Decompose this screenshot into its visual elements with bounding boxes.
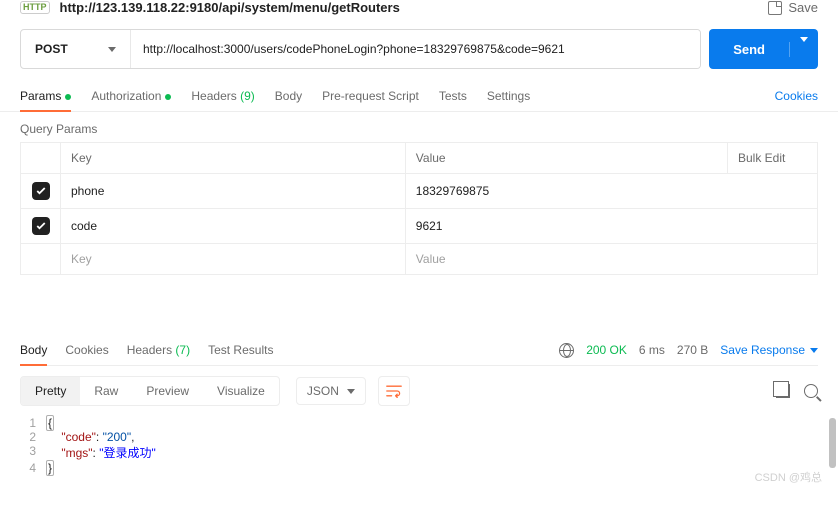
view-mode-group: Pretty Raw Preview Visualize [20,376,280,406]
json-key: "code" [61,430,96,444]
view-visualize[interactable]: Visualize [203,377,279,405]
col-value: Value [405,143,727,174]
scrollbar-thumb[interactable] [829,418,836,468]
checkbox[interactable] [32,217,50,235]
save-button[interactable]: Save [768,0,818,15]
param-value[interactable]: 9621 [405,209,817,244]
method-value: POST [35,42,68,56]
view-preview[interactable]: Preview [132,377,203,405]
checkbox[interactable] [32,182,50,200]
wrap-lines-button[interactable] [378,376,410,406]
query-params-table: Key Value Bulk Edit phone 18329769875 co… [20,142,818,275]
param-key[interactable]: code [61,209,406,244]
table-row[interactable]: code 9621 [21,209,818,244]
response-size: 270 B [677,343,708,357]
tab-headers[interactable]: Headers (9) [191,81,254,111]
tab-prerequest[interactable]: Pre-request Script [322,81,419,111]
query-params-title: Query Params [0,112,838,142]
tab-authorization[interactable]: Authorization [91,81,171,111]
chevron-down-icon [800,37,808,57]
tab-settings[interactable]: Settings [487,81,530,111]
globe-icon[interactable] [559,343,574,358]
format-value: JSON [307,384,339,398]
dot-indicator [165,94,171,100]
json-key: "mgs" [61,446,92,460]
chevron-down-icon [347,389,355,394]
json-value: "200" [103,430,132,444]
resp-tab-cookies[interactable]: Cookies [65,335,108,365]
status-code: 200 OK [586,343,627,357]
tab-body[interactable]: Body [275,81,302,111]
dot-indicator [65,94,71,100]
tab-label: Headers [127,343,172,357]
save-icon [768,1,782,15]
search-icon[interactable] [804,384,818,398]
count-badge: (7) [175,343,190,357]
json-value: "登录成功" [99,446,156,460]
param-key-placeholder[interactable]: Key [61,244,406,275]
response-body[interactable]: 1{ 2 "code": "200", 3 "mgs": "登录成功" 4} C… [0,416,838,485]
copy-icon[interactable] [776,384,790,398]
http-badge: HTTP [20,1,50,14]
view-pretty[interactable]: Pretty [21,377,80,405]
param-key[interactable]: phone [61,174,406,209]
bulk-edit-link[interactable]: Bulk Edit [728,143,818,174]
save-label: Save [788,0,818,15]
method-select[interactable]: POST [21,30,131,68]
tab-params[interactable]: Params [20,81,71,111]
tab-label: Params [20,89,61,103]
tab-label: Authorization [91,89,161,103]
table-row[interactable]: phone 18329769875 [21,174,818,209]
request-tab-title: http://123.139.118.22:9180/api/system/me… [60,0,400,15]
chevron-down-icon [108,47,116,52]
chevron-down-icon [810,348,818,353]
view-raw[interactable]: Raw [80,377,132,405]
resp-tab-headers[interactable]: Headers (7) [127,335,190,365]
save-response-label: Save Response [720,343,805,357]
watermark: CSDN @鸡总 [755,469,822,485]
request-input-group: POST [20,29,701,69]
send-button[interactable]: Send [709,29,818,69]
format-select[interactable]: JSON [296,377,366,405]
tab-tests[interactable]: Tests [439,81,467,111]
col-key: Key [61,143,406,174]
param-value-placeholder[interactable]: Value [405,244,817,275]
save-response-button[interactable]: Save Response [720,343,818,357]
url-input[interactable] [131,30,700,68]
table-row-empty[interactable]: Key Value [21,244,818,275]
param-value[interactable]: 18329769875 [405,174,817,209]
send-label: Send [709,42,789,57]
tab-label: Headers [191,89,236,103]
response-time: 6 ms [639,343,665,357]
cookies-link[interactable]: Cookies [775,81,818,111]
send-dropdown[interactable] [789,42,818,57]
resp-tab-body[interactable]: Body [20,335,47,365]
count-badge: (9) [240,89,255,103]
table-header-row: Key Value Bulk Edit [21,143,818,174]
resp-tab-test-results[interactable]: Test Results [208,335,273,365]
